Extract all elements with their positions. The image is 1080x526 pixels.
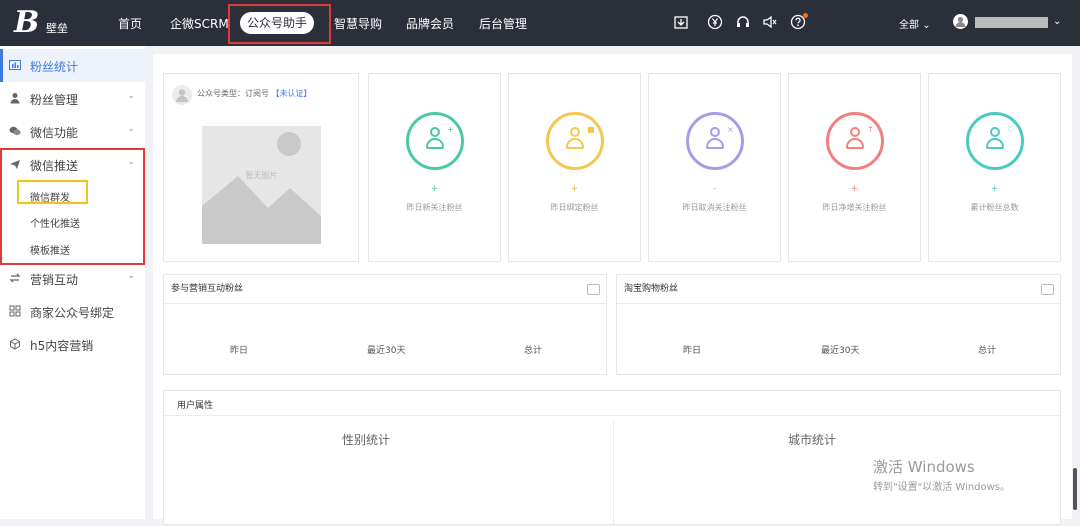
highlight-submenu-box: [17, 180, 88, 204]
verify-link[interactable]: 【未认证】: [272, 89, 312, 98]
chevron-down-icon: ⌄: [922, 20, 931, 31]
account-type-value: 订阅号: [245, 89, 269, 98]
download-icon[interactable]: [673, 14, 689, 30]
sidebar-item-fan-manage[interactable]: 粉丝管理 ⌄: [0, 82, 145, 115]
sidebar-item-label: h5内容营销: [30, 339, 94, 353]
sidebar-item-label: 微信功能: [30, 126, 79, 140]
brand-logo[interactable]: B 壁垒: [14, 6, 76, 40]
sidebar-item-label: 粉丝统计: [30, 60, 79, 74]
nav-home[interactable]: 首页: [118, 15, 142, 32]
wechat-icon: [9, 125, 21, 137]
new-fans-icon: +: [406, 112, 464, 170]
headset-icon[interactable]: [735, 14, 751, 30]
sidebar-item-marketing[interactable]: 营销互动 ⌄: [0, 262, 145, 295]
panel-title: 参与营销互动粉丝: [171, 284, 244, 294]
stat-value: +: [430, 184, 439, 194]
grid-icon: [9, 305, 21, 317]
stat-card-net-fans: ↑ + 昨日净增关注粉丝: [788, 73, 921, 262]
stat-value: +: [990, 184, 999, 194]
sidebar-item-label: 商家公众号绑定: [30, 306, 115, 320]
panel-col-30days: 最近30天: [821, 346, 860, 356]
sidebar: 粉丝统计 粉丝管理 ⌄ 微信功能 ⌄ 微信推送 ⌄ 微信群发 个性化推送 模板推…: [0, 46, 145, 519]
scope-label: 全部: [899, 20, 919, 31]
highlight-sidebar-box: [0, 148, 145, 265]
nav-brand-member[interactable]: 品牌会员: [406, 15, 454, 32]
stat-value: +: [850, 184, 859, 194]
stat-label: 累计粉丝总数: [970, 203, 1019, 212]
main-content: 公众号类型：订阅号 【未认证】 暂无图片 + + 昨日新关注粉丝 ■ + 昨日绑…: [153, 54, 1072, 526]
highlight-nav-box: [228, 4, 331, 44]
nav-scrm[interactable]: 企微SCRM: [170, 15, 229, 32]
stat-card-new-fans: + + 昨日新关注粉丝: [368, 73, 501, 262]
sidebar-item-wechat-func[interactable]: 微信功能 ⌄: [0, 115, 145, 148]
bar-chart-icon: [9, 59, 21, 71]
scope-select[interactable]: 全部 ⌄: [899, 16, 931, 31]
top-bar: B 壁垒 首页 企微SCRM 公众号助手 智慧导购 品牌会员 后台管理 全部 ⌄…: [0, 0, 1080, 46]
stat-value: -: [712, 184, 717, 194]
stat-label: 昨日取消关注粉丝: [682, 203, 747, 212]
scrollbar-thumb[interactable]: [1073, 468, 1077, 510]
sidebar-item-label: 营销互动: [30, 273, 79, 287]
stat-card-unfollow-fans: × - 昨日取消关注粉丝: [648, 73, 781, 262]
stat-card-total-fans: ♡ + 累计粉丝总数: [928, 73, 1061, 262]
account-type: 公众号类型：订阅号 【未认证】: [197, 88, 312, 99]
cube-icon: [9, 338, 21, 350]
notification-dot: [803, 13, 808, 18]
account-type-label: 公众号类型：: [197, 89, 245, 98]
stat-card-bound-fans: ■ + 昨日绑定粉丝: [508, 73, 641, 262]
activation-watermark-title: 激活 Windows: [873, 458, 975, 476]
avatar[interactable]: [953, 14, 968, 29]
user-chevron-icon[interactable]: ⌄: [1053, 16, 1061, 27]
net-fans-icon: ↑: [826, 112, 884, 170]
logo-text: 壁垒: [46, 22, 68, 35]
stat-label: 昨日绑定粉丝: [550, 203, 599, 212]
username-redacted: [975, 17, 1048, 28]
bound-fans-icon: ■: [546, 112, 604, 170]
speaker-icon[interactable]: [762, 14, 778, 30]
sidebar-item-h5[interactable]: h5内容营销: [0, 328, 145, 361]
city-chart-title: 城市统计: [788, 433, 837, 447]
panel-title: 用户属性: [177, 401, 214, 411]
nav-admin[interactable]: 后台管理: [479, 15, 527, 32]
activation-watermark-text: 转到"设置"以激活 Windows。: [873, 482, 1011, 493]
chevron-down-icon: ⌄: [127, 124, 135, 134]
sidebar-item-fan-stats[interactable]: 粉丝统计: [0, 49, 145, 82]
panel-col-total: 总计: [978, 346, 997, 356]
panel-col-30days: 最近30天: [367, 346, 406, 356]
chevron-down-icon: ⌄: [127, 271, 135, 281]
sidebar-item-label: 粉丝管理: [30, 93, 79, 107]
user-icon: [9, 92, 21, 104]
taobao-fans-panel: 淘宝购物粉丝 昨日 最近30天 总计: [616, 274, 1061, 375]
account-avatar: [172, 85, 192, 105]
image-placeholder-text: 暂无图片: [245, 171, 278, 180]
chevron-down-icon: ⌄: [127, 91, 135, 101]
panel-title: 淘宝购物粉丝: [624, 284, 679, 294]
logo-letter: B: [14, 5, 40, 40]
account-image-placeholder: 暂无图片: [202, 126, 321, 244]
swap-icon: [9, 272, 21, 284]
stat-value: +: [570, 184, 579, 194]
line-chart-icon[interactable]: [1041, 284, 1054, 295]
yen-icon[interactable]: [707, 14, 723, 30]
gender-chart-title: 性别统计: [342, 433, 391, 447]
panel-col-total: 总计: [524, 346, 543, 356]
stat-label: 昨日新关注粉丝: [406, 203, 463, 212]
panel-col-yesterday: 昨日: [683, 346, 702, 356]
unfollow-fans-icon: ×: [686, 112, 744, 170]
sidebar-item-account-bind[interactable]: 商家公众号绑定: [0, 295, 145, 328]
stat-label: 昨日净增关注粉丝: [822, 203, 887, 212]
panel-col-yesterday: 昨日: [230, 346, 249, 356]
total-fans-icon: ♡: [966, 112, 1024, 170]
marketing-fans-panel: 参与营销互动粉丝 昨日 最近30天 总计: [163, 274, 607, 375]
account-card: 公众号类型：订阅号 【未认证】 暂无图片: [163, 73, 359, 262]
nav-smart-guide[interactable]: 智慧导购: [334, 15, 382, 32]
line-chart-icon[interactable]: [587, 284, 600, 295]
